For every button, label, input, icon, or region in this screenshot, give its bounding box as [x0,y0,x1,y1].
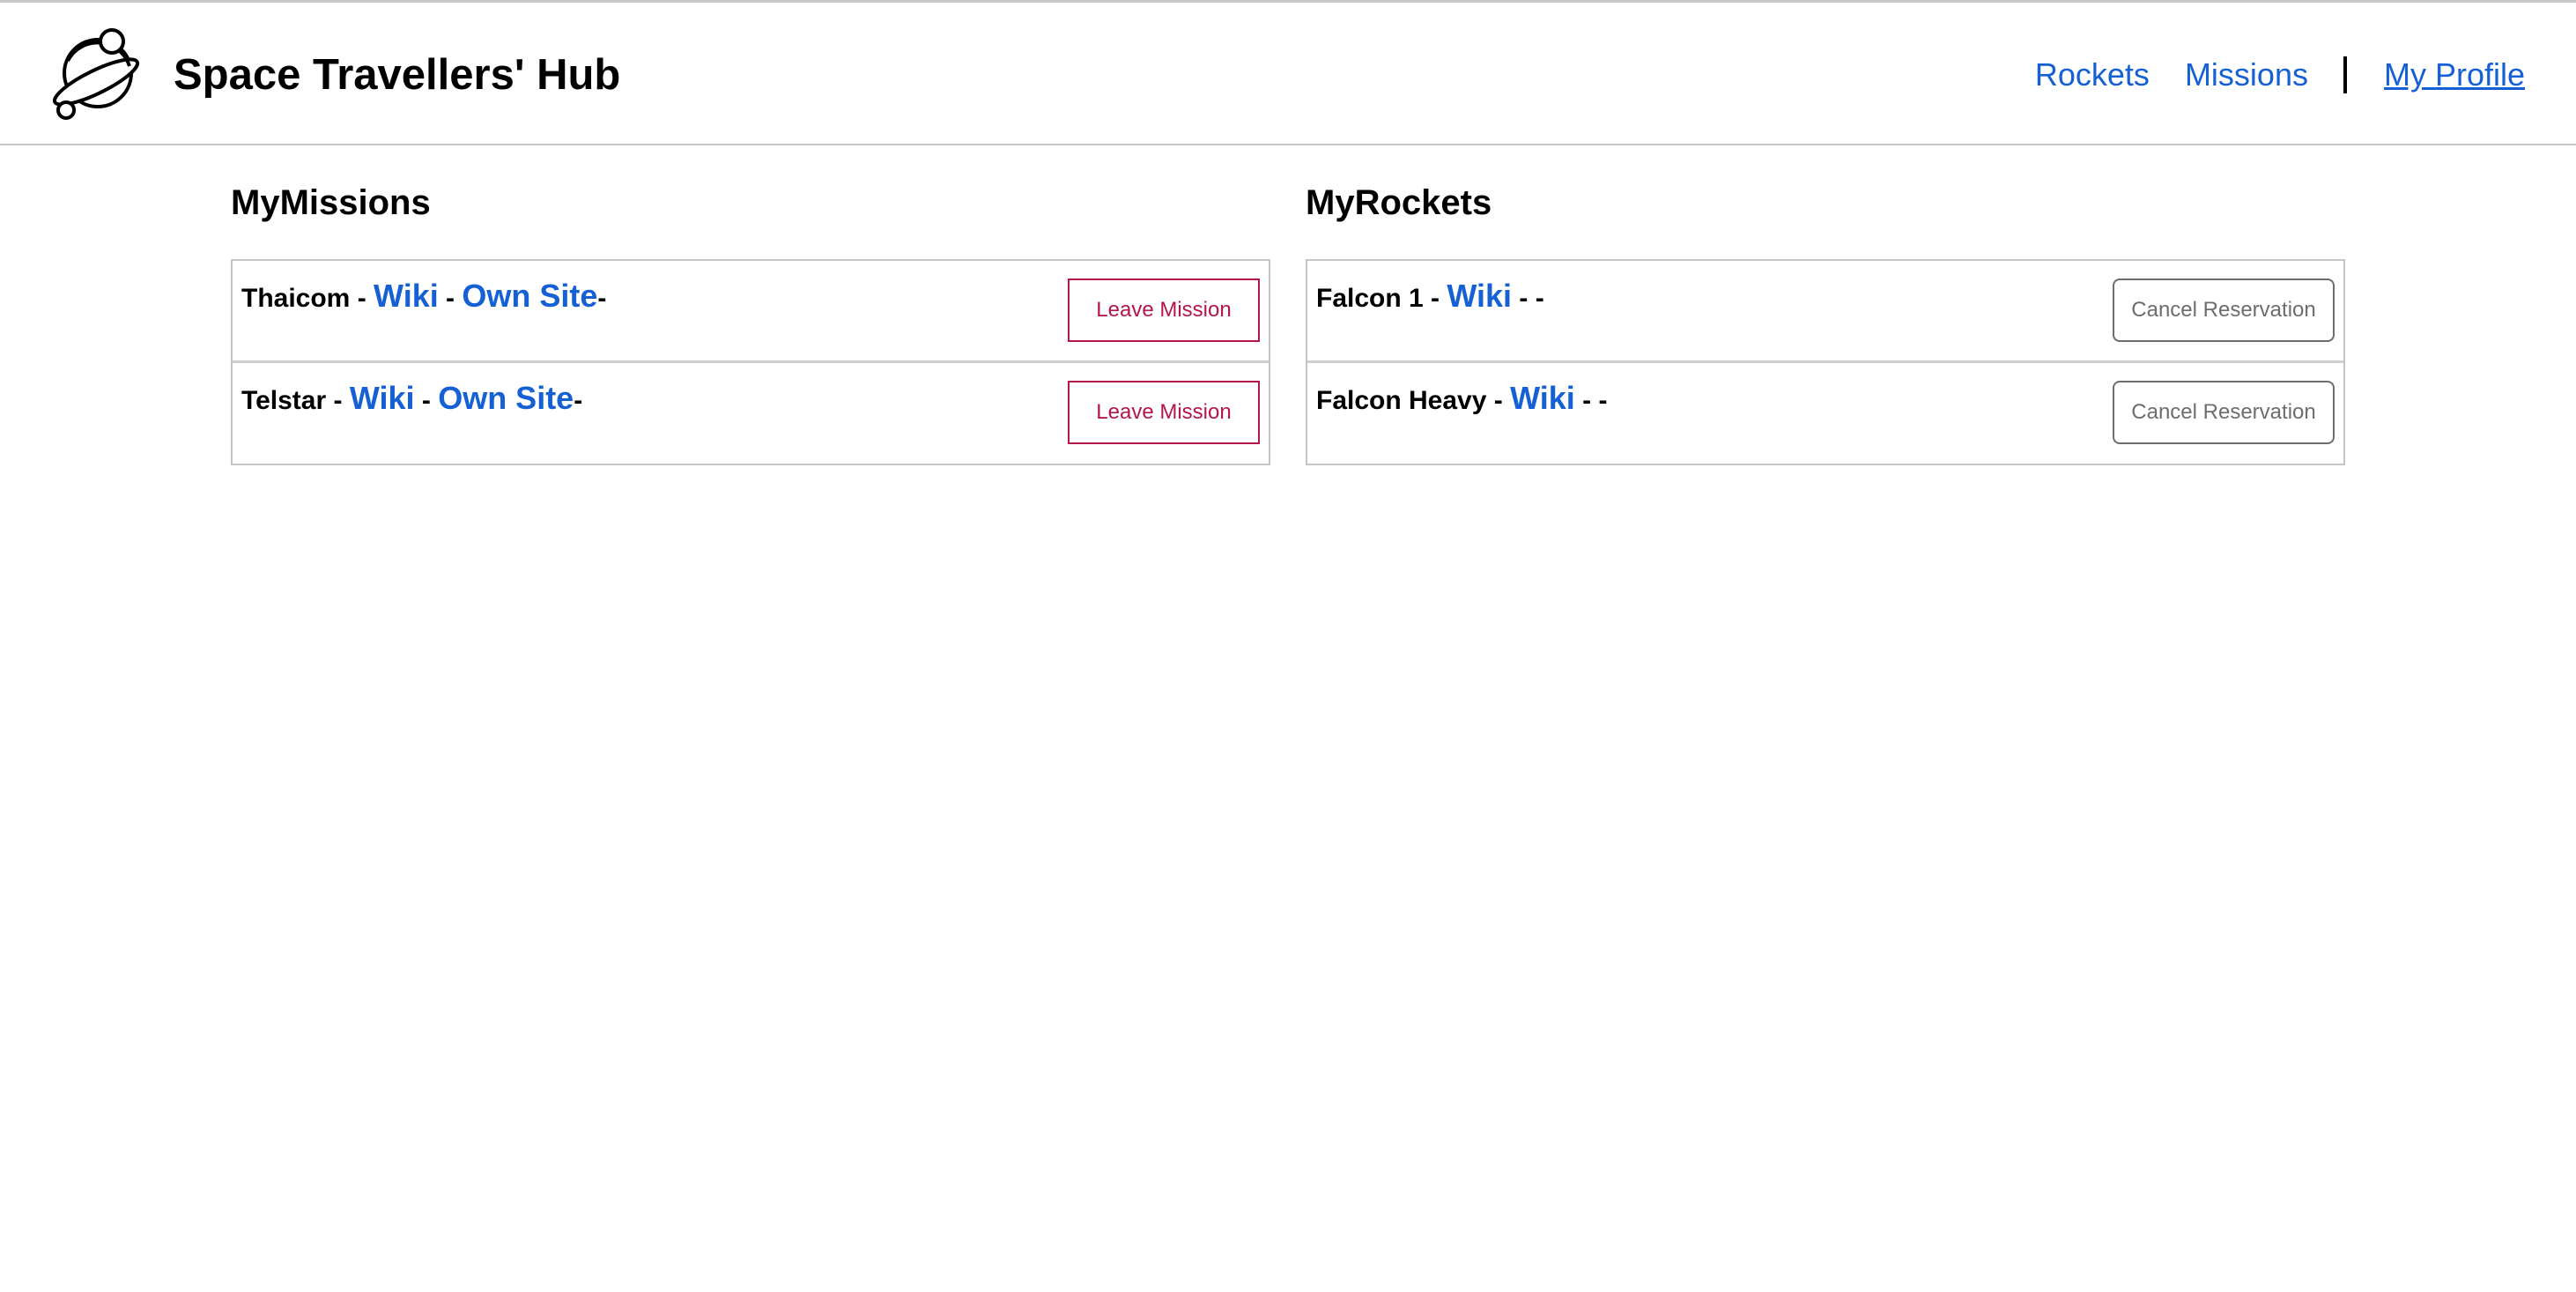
rocket-wiki-link[interactable]: Wiki [1510,380,1575,416]
separator: - [597,284,607,313]
mission-own-site-link[interactable]: Own Site [438,380,574,416]
my-missions-list: Thaicom - Wiki - Own Site- Leave Mission… [231,259,1270,465]
mission-row-text: Telstar - Wiki - Own Site- [241,381,582,419]
leave-mission-button[interactable]: Leave Mission [1068,278,1260,342]
rocket-name: Falcon 1 [1316,284,1424,313]
mission-name: Thaicom [241,284,351,313]
site-title: Space Travellers' Hub [174,51,621,99]
cancel-reservation-button[interactable]: Cancel Reservation [2113,381,2335,444]
leave-mission-button[interactable]: Leave Mission [1068,381,1260,444]
mission-row: Telstar - Wiki - Own Site- Leave Mission [233,363,1269,464]
mission-name: Telstar [241,386,327,415]
mission-own-site-link[interactable]: Own Site [462,278,597,314]
nav-link-rockets[interactable]: Rockets [2035,48,2150,101]
separator: - [1423,284,1447,313]
nav-link-my-profile[interactable]: My Profile [2384,48,2525,101]
separator: - [350,284,374,313]
separator: - [326,386,350,415]
mission-row: Thaicom - Wiki - Own Site- Leave Mission [233,261,1269,363]
my-rockets-list: Falcon 1 - Wiki - - Cancel Reservation F… [1306,259,2345,465]
mission-row-text: Thaicom - Wiki - Own Site- [241,278,606,316]
rocket-row-text: Falcon Heavy - Wiki - - [1316,381,1607,419]
rocket-row: Falcon 1 - Wiki - - Cancel Reservation [1307,261,2343,363]
separator: - [438,284,463,313]
my-missions-title: MyMissions [231,183,431,222]
mission-wiki-link[interactable]: Wiki [350,380,415,416]
separator: - - [1574,386,1608,415]
nav-separator [2343,56,2347,93]
nav-link-missions[interactable]: Missions [2185,48,2308,101]
rocket-row: Falcon Heavy - Wiki - - Cancel Reservati… [1307,363,2343,464]
cancel-reservation-button[interactable]: Cancel Reservation [2113,278,2335,342]
rocket-name: Falcon Heavy [1316,386,1487,415]
mission-wiki-link[interactable]: Wiki [374,278,439,314]
separator: - - [1512,284,1544,313]
planet-icon[interactable] [48,26,144,123]
separator: - [574,386,583,415]
rocket-wiki-link[interactable]: Wiki [1447,278,1512,314]
site-header: Space Travellers' Hub Rockets Missions M… [0,3,2576,145]
rocket-row-text: Falcon 1 - Wiki - - [1316,278,1544,316]
main-nav: Rockets Missions My Profile [2035,48,2525,101]
separator: - [414,386,439,415]
separator: - [1486,386,1511,415]
my-rockets-title: MyRockets [1306,183,1492,222]
